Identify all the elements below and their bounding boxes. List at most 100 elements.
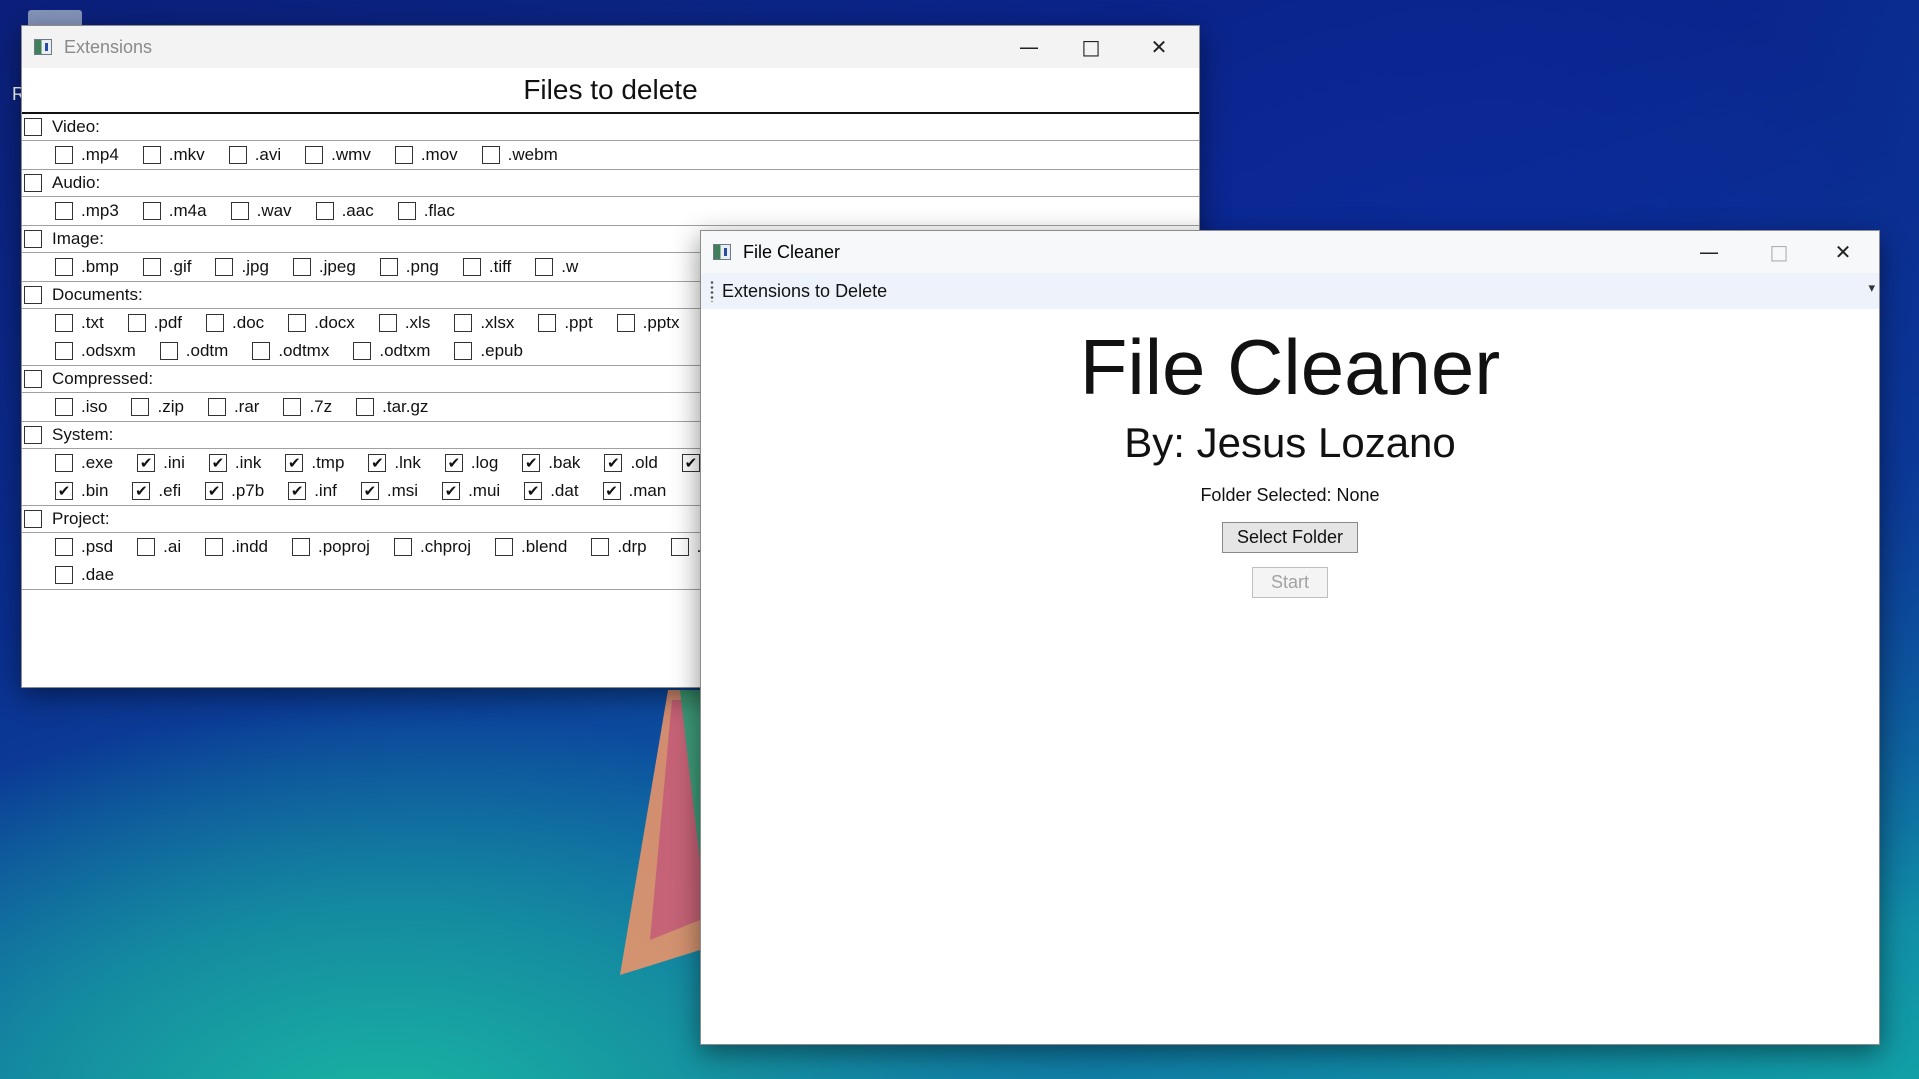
extension-item[interactable]: ✔ .log: [444, 453, 498, 473]
extension-item[interactable]: ✔ .ink: [208, 453, 261, 473]
extension-checkbox[interactable]: [228, 146, 247, 164]
extension-checkbox[interactable]: [454, 342, 473, 360]
maximize-icon[interactable]: □: [1751, 231, 1807, 273]
extension-checkbox[interactable]: ✔: [602, 482, 621, 500]
extension-checkbox[interactable]: ✔: [137, 454, 156, 472]
extension-checkbox[interactable]: [288, 314, 307, 332]
group-checkbox[interactable]: [24, 118, 42, 136]
extension-item[interactable]: .jpg: [215, 257, 269, 277]
extension-item[interactable]: .gif: [142, 257, 191, 277]
extension-item[interactable]: .pptx: [616, 313, 680, 333]
extension-item[interactable]: .tar.gz: [356, 397, 428, 417]
extension-checkbox[interactable]: [394, 146, 413, 164]
extension-checkbox[interactable]: ✔: [681, 454, 700, 472]
extension-item[interactable]: .rar: [207, 397, 259, 417]
extension-checkbox[interactable]: [55, 202, 73, 220]
extension-checkbox[interactable]: [538, 314, 557, 332]
maximize-icon[interactable]: □: [1063, 26, 1119, 68]
extension-checkbox[interactable]: ✔: [368, 454, 387, 472]
extension-checkbox[interactable]: [206, 314, 225, 332]
extension-checkbox[interactable]: [55, 454, 73, 472]
extension-checkbox[interactable]: [616, 314, 635, 332]
extension-checkbox[interactable]: [353, 342, 372, 360]
extension-item[interactable]: .odtm: [159, 341, 228, 361]
extension-checkbox[interactable]: [305, 146, 324, 164]
extension-item[interactable]: ✔ .p7b: [205, 481, 264, 501]
close-icon[interactable]: ✕: [1815, 231, 1871, 273]
extension-checkbox[interactable]: [55, 146, 73, 164]
extension-item[interactable]: ✔ .bin: [55, 481, 108, 501]
group-checkbox[interactable]: [24, 426, 42, 444]
extension-checkbox[interactable]: [495, 538, 513, 556]
extension-item[interactable]: .wav: [230, 201, 292, 221]
extension-checkbox[interactable]: [131, 398, 150, 416]
extension-item[interactable]: .docx: [288, 313, 355, 333]
extension-checkbox[interactable]: [55, 398, 73, 416]
extension-checkbox[interactable]: [670, 538, 689, 556]
extension-checkbox[interactable]: [252, 342, 271, 360]
extension-checkbox[interactable]: [215, 258, 234, 276]
extension-item[interactable]: .indd: [205, 537, 268, 557]
extension-checkbox[interactable]: [535, 258, 554, 276]
extension-item[interactable]: .zip: [131, 397, 184, 417]
extension-checkbox[interactable]: [292, 258, 311, 276]
extension-item[interactable]: ✔ .ini: [137, 453, 185, 473]
extension-checkbox[interactable]: [378, 314, 397, 332]
extension-checkbox[interactable]: [55, 258, 73, 276]
extension-checkbox[interactable]: [462, 258, 481, 276]
extension-item[interactable]: .m4a: [142, 201, 207, 221]
extension-item[interactable]: .xlsx: [454, 313, 514, 333]
extension-item[interactable]: .odtxm: [353, 341, 430, 361]
extension-checkbox[interactable]: ✔: [208, 454, 227, 472]
extension-item[interactable]: .pdf: [127, 313, 182, 333]
extension-item[interactable]: .flac: [397, 201, 455, 221]
extension-checkbox[interactable]: [207, 398, 226, 416]
extension-item[interactable]: .w: [535, 257, 578, 277]
extension-checkbox[interactable]: [142, 202, 161, 220]
extension-item[interactable]: .psd: [55, 537, 113, 557]
extension-checkbox[interactable]: [159, 342, 178, 360]
extension-item[interactable]: .blend: [495, 537, 567, 557]
extension-item[interactable]: ✔ .mui: [442, 481, 500, 501]
extension-checkbox[interactable]: [393, 538, 412, 556]
extensions-to-delete-action[interactable]: Extensions to Delete: [722, 281, 887, 302]
extension-item[interactable]: .odtmx: [252, 341, 329, 361]
extension-checkbox[interactable]: [481, 146, 500, 164]
minimize-icon[interactable]: —: [1681, 231, 1737, 273]
extension-item[interactable]: .mov: [394, 145, 458, 165]
extension-checkbox[interactable]: ✔: [288, 482, 307, 500]
toolbar-overflow-icon[interactable]: ▾: [1868, 281, 1875, 296]
minimize-icon[interactable]: —: [1001, 26, 1057, 68]
extension-item[interactable]: ✔ .dat: [524, 481, 579, 501]
extension-item[interactable]: .tiff: [462, 257, 511, 277]
extension-item[interactable]: .mp3: [55, 201, 119, 221]
select-folder-button[interactable]: Select Folder: [1221, 521, 1359, 553]
extension-checkbox[interactable]: [55, 314, 73, 332]
extension-item[interactable]: .drp: [591, 537, 647, 557]
file-cleaner-titlebar[interactable]: File Cleaner — □ ✕: [701, 231, 1879, 273]
extension-item[interactable]: .bmp: [55, 257, 119, 277]
extension-item[interactable]: ✔ .lnk: [368, 453, 421, 473]
group-checkbox[interactable]: [24, 510, 42, 528]
extension-item[interactable]: .wmv: [305, 145, 371, 165]
extension-item[interactable]: .chproj: [393, 537, 471, 557]
extension-item[interactable]: ✔ .efi: [132, 481, 181, 501]
extension-item[interactable]: .ppt: [538, 313, 593, 333]
extension-item[interactable]: ✔ .inf: [288, 481, 337, 501]
extension-item[interactable]: .mp4: [55, 145, 119, 165]
extension-checkbox[interactable]: [454, 314, 473, 332]
extension-item[interactable]: .poproj: [291, 537, 370, 557]
extension-checkbox[interactable]: [283, 398, 302, 416]
extension-item[interactable]: .aac: [315, 201, 374, 221]
extension-checkbox[interactable]: [230, 202, 249, 220]
group-checkbox[interactable]: [24, 230, 42, 248]
extension-item[interactable]: .png: [379, 257, 439, 277]
group-checkbox[interactable]: [24, 174, 42, 192]
extension-item[interactable]: .webm: [481, 145, 558, 165]
toolbar-grip-icon[interactable]: [710, 280, 714, 302]
extension-checkbox[interactable]: ✔: [132, 482, 151, 500]
extension-checkbox[interactable]: [356, 398, 375, 416]
extension-checkbox[interactable]: [137, 538, 156, 556]
extension-checkbox[interactable]: ✔: [444, 454, 463, 472]
extension-item[interactable]: ✔ .msi: [360, 481, 418, 501]
